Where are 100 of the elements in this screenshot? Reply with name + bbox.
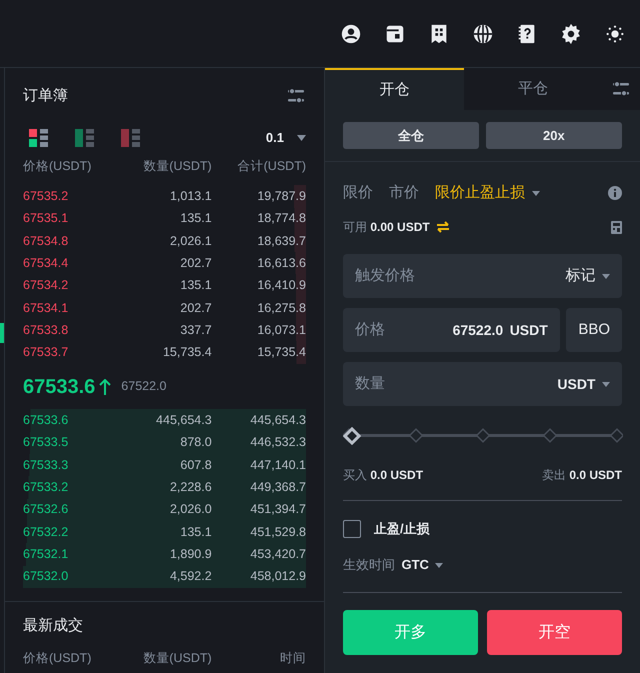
amount-cell-text: 135.1 <box>179 210 212 228</box>
view-toggle-icon[interactable] <box>75 128 95 147</box>
caret-icon <box>435 562 444 568</box>
bbo-button[interactable]: BBO <box>566 308 622 352</box>
calculator-icon[interactable] <box>611 220 622 234</box>
total-cell-text: 15,735.4 <box>256 344 306 362</box>
mark-price[interactable]: 67522.0 <box>121 377 166 396</box>
trigger-type-dropdown[interactable]: 标记 <box>566 264 610 288</box>
price-cell[interactable]: 67532.2 <box>23 522 118 542</box>
checkbox[interactable] <box>343 520 361 538</box>
amount-cell-text: 1,013.1 <box>168 188 212 205</box>
order-book-row[interactable]: 67533.6 445,654.3 445,654.3 <box>23 409 306 432</box>
order-book-row[interactable]: 67532.1 1,890.9 453,420.7 <box>23 543 306 566</box>
price-cell[interactable]: 67534.1 <box>23 298 118 318</box>
total-cell-text: 19,787.9 <box>256 188 306 205</box>
amount-cell-text: 15,735.4 <box>162 344 212 362</box>
info-icon[interactable] <box>608 186 622 200</box>
order-book-row[interactable]: 67533.8 337.7 16,073.1 <box>23 319 306 342</box>
order-book-row[interactable]: 67534.4 202.7 16,613.6 <box>23 252 306 274</box>
total-cell-text: 446,532.3 <box>249 434 306 452</box>
checkbox-label[interactable]: 止盈/止损 <box>374 518 430 538</box>
amount-cell-text: 135.1 <box>179 277 212 294</box>
transfer-icon[interactable] <box>436 221 450 233</box>
total-cell-text: 453,420.7 <box>249 546 306 563</box>
price-cell[interactable]: 67533.8 <box>23 320 118 340</box>
price-cell[interactable]: 67532.1 <box>23 544 118 564</box>
order-book-row[interactable]: 67533.7 15,735.4 15,735.4 <box>23 341 306 364</box>
up-arrow-icon <box>99 378 112 395</box>
settings-sliders-icon[interactable] <box>611 80 631 98</box>
quantity-field[interactable]: 数量 USDT <box>343 362 622 406</box>
account-icon[interactable] <box>340 22 362 44</box>
price-cell[interactable]: 67532.0 <box>23 567 118 586</box>
sell-amount: 卖出 0.0 USDT <box>542 467 622 484</box>
time-in-force-dropdown[interactable]: GTC <box>402 555 444 575</box>
price-cell[interactable]: 67534.4 <box>23 254 118 273</box>
slider[interactable] <box>343 424 623 447</box>
amount-cell-text: 878.0 <box>179 434 212 452</box>
order-book-row[interactable]: 67535.1 135.1 18,774.8 <box>23 208 306 230</box>
tab[interactable]: 平仓 <box>464 68 602 110</box>
amount-cell-text: 1,890.9 <box>168 546 212 563</box>
price-cell[interactable]: 67535.1 <box>23 209 118 228</box>
unit-dropdown[interactable]: USDT <box>557 374 610 394</box>
amount-cell-text: 202.7 <box>179 254 212 272</box>
available-balance: 可用 0.00 USDT <box>343 219 430 236</box>
price-field[interactable]: 价格 67522.0 USDT <box>343 308 560 352</box>
order-book-row[interactable]: 67534.8 2,026.1 18,639.7 <box>23 230 306 252</box>
amount-cell-text: 2,228.6 <box>168 479 212 496</box>
amount-cell-text: 445,654.3 <box>155 412 212 430</box>
price-cell[interactable]: 67533.3 <box>23 456 118 474</box>
buy-amount: 买入 0.0 USDT <box>343 467 424 484</box>
column-header: 数量(USDT) <box>142 158 212 175</box>
price-cell[interactable]: 67533.6 <box>23 411 118 430</box>
column-header: 合计(USDT) <box>236 158 306 175</box>
column-header: 价格(USDT) <box>23 650 92 667</box>
column-header: 数量(USDT) <box>142 650 212 667</box>
order-book-row[interactable]: 67532.2 135.1 451,529.8 <box>23 520 306 544</box>
panel-title: 最新成交 <box>22 616 84 636</box>
order-type-tab[interactable]: 限价止盈止损 <box>435 182 540 204</box>
price-cell[interactable]: 67533.7 <box>23 343 118 362</box>
settings-icon[interactable] <box>560 22 582 44</box>
order-book-row[interactable]: 67533.2 2,228.6 449,368.7 <box>23 476 306 499</box>
amount-cell-text: 2,026.1 <box>168 232 212 250</box>
total-cell-text: 447,140.1 <box>249 456 306 474</box>
order-book-row[interactable]: 67533.5 878.0 446,532.3 <box>23 432 306 454</box>
total-cell-text: 451,529.8 <box>249 524 306 541</box>
order-book-row[interactable]: 67533.3 607.8 447,140.1 <box>23 454 306 476</box>
price-cell[interactable]: 67535.2 <box>23 187 118 206</box>
amount-cell-text: 202.7 <box>179 300 212 317</box>
total-cell-text: 18,639.7 <box>256 232 306 250</box>
amount-cell-text: 4,592.2 <box>168 568 212 586</box>
order-book-row[interactable]: 67534.2 135.1 16,410.9 <box>23 274 306 297</box>
price-cell[interactable]: 67532.6 <box>23 500 118 520</box>
leverage-button[interactable]: 20x <box>486 122 622 149</box>
precision-dropdown[interactable]: 0.1 <box>266 128 306 148</box>
view-toggle-icon[interactable] <box>121 128 141 147</box>
total-cell-text: 16,410.9 <box>256 277 306 294</box>
globe-icon[interactable] <box>472 22 494 44</box>
amount-cell-text: 607.8 <box>179 456 212 474</box>
price-cell[interactable]: 67533.5 <box>23 433 118 452</box>
total-cell-text: 445,654.3 <box>249 412 306 430</box>
trigger-price-field[interactable]: 触发价格 标记 <box>343 254 622 298</box>
order-type-tab[interactable]: 限价 <box>343 182 373 204</box>
price-cell[interactable]: 67534.2 <box>23 276 118 295</box>
total-cell-text: 16,073.1 <box>256 322 306 339</box>
settings-sliders-icon[interactable] <box>286 86 306 105</box>
order-book-row[interactable]: 67532.6 2,026.0 451,394.7 <box>23 498 306 521</box>
price-cell[interactable]: 67533.2 <box>23 478 118 497</box>
order-book-row[interactable]: 67535.2 1,013.1 19,787.9 <box>23 185 306 208</box>
total-cell-text: 16,613.6 <box>256 254 306 272</box>
order-type-tab[interactable]: 市价 <box>389 182 419 204</box>
open-short-button[interactable]: 开空 <box>487 610 622 655</box>
order-book-row[interactable]: 67534.1 202.7 16,275.8 <box>23 296 306 320</box>
sun-icon[interactable] <box>604 22 626 44</box>
price-cell[interactable]: 67534.8 <box>23 232 118 250</box>
caret-icon <box>602 274 610 278</box>
order-book-row[interactable]: 67532.0 4,592.2 458,012.9 <box>23 566 306 588</box>
view-toggle-icon[interactable] <box>29 128 49 147</box>
last-price: 67533.6 <box>23 374 96 400</box>
amount-cell-text: 135.1 <box>179 524 212 541</box>
margin-mode-button[interactable]: 全仓 <box>343 122 480 149</box>
